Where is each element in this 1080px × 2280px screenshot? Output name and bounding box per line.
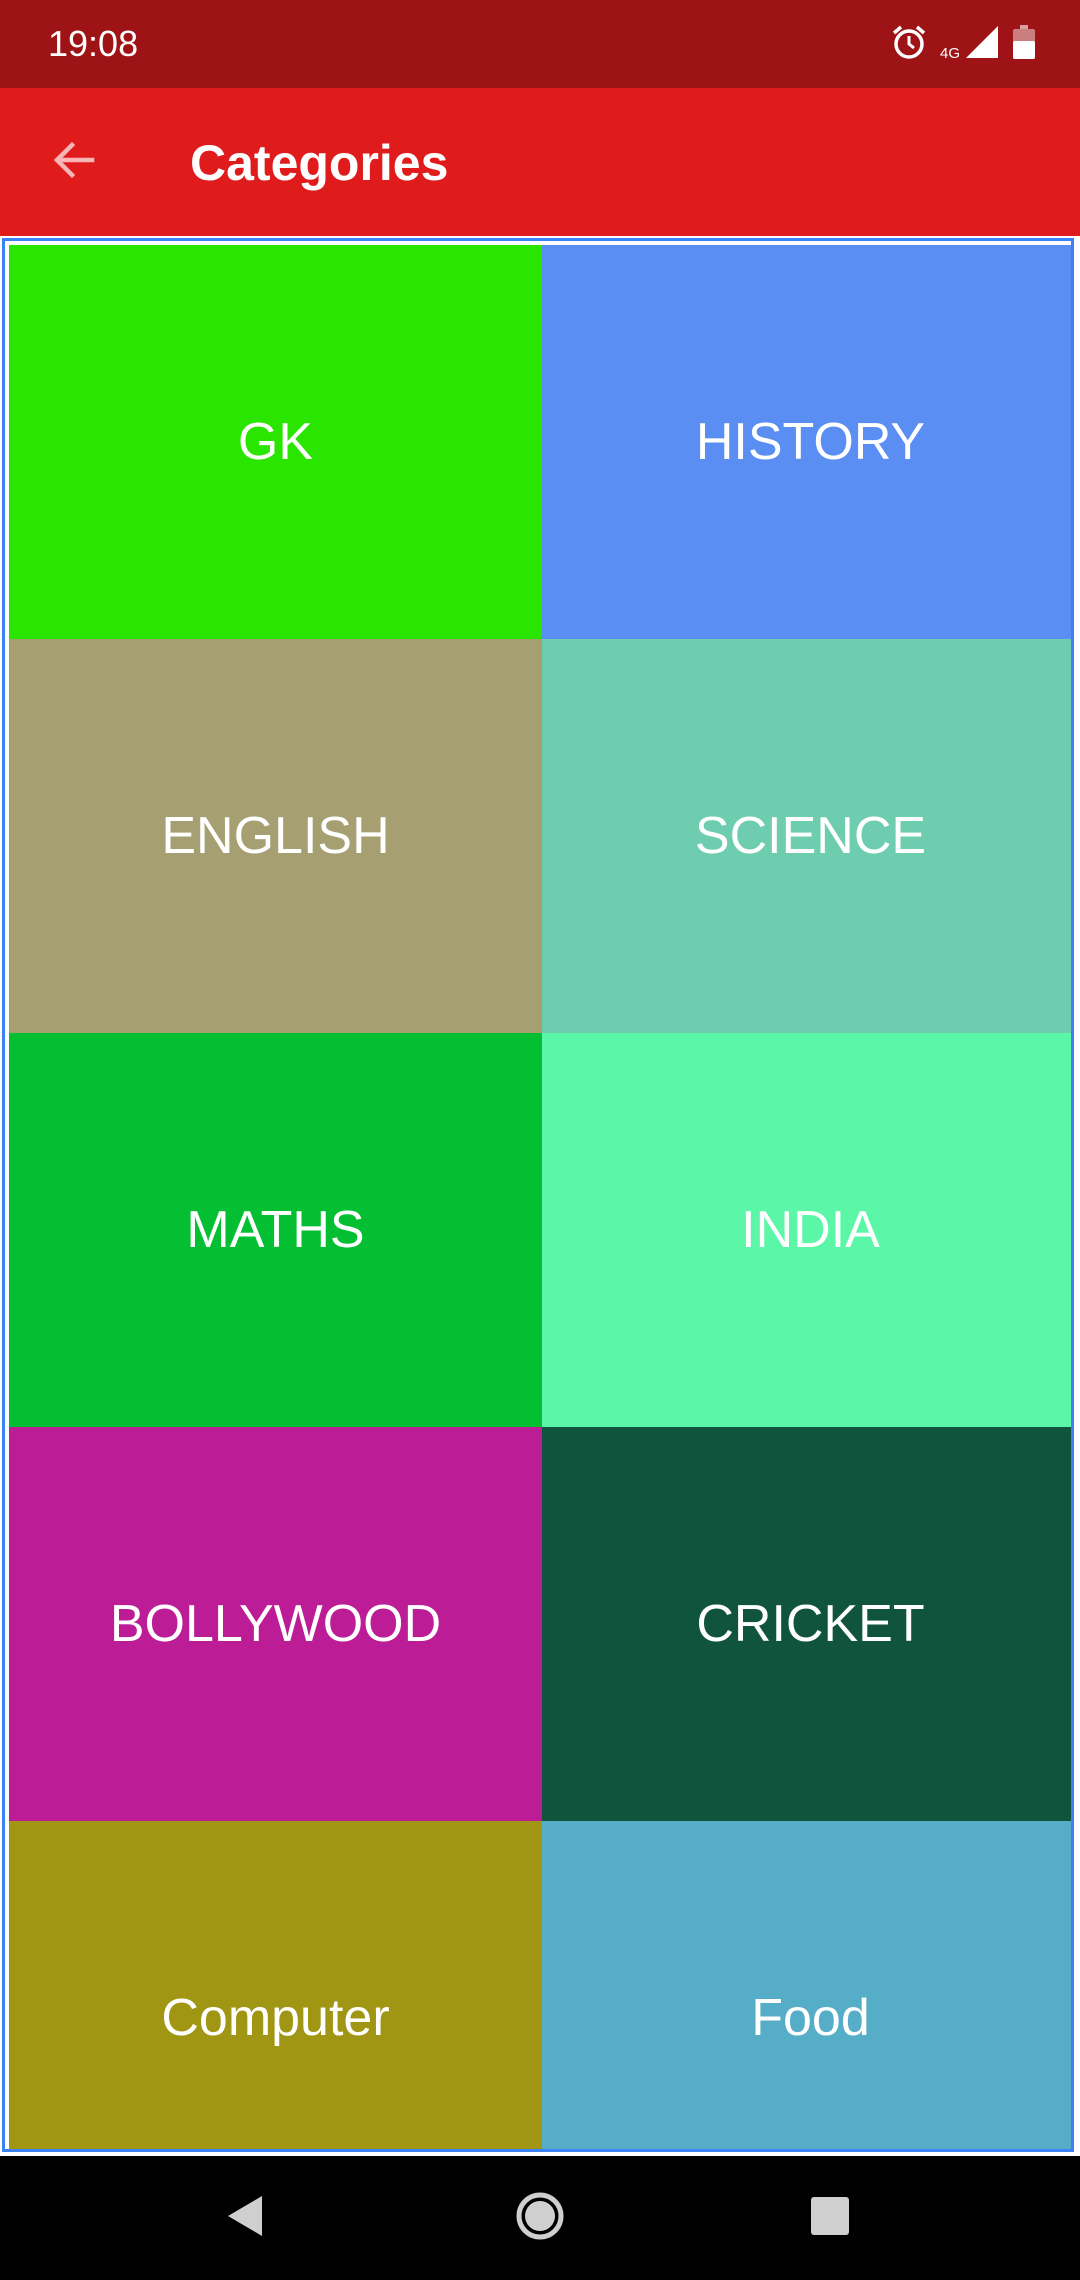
app-bar: Categories: [0, 88, 1080, 236]
nav-recents-button[interactable]: [794, 2182, 866, 2254]
system-nav-bar: [0, 2156, 1080, 2280]
category-label: INDIA: [741, 1201, 880, 1259]
category-tile-india[interactable]: INDIA: [542, 1033, 1071, 1427]
category-label: MATHS: [186, 1201, 365, 1259]
status-icons: 4G: [890, 22, 1036, 66]
category-tile-english[interactable]: ENGLISH: [9, 639, 542, 1033]
nav-back-button[interactable]: [208, 2182, 280, 2254]
back-button[interactable]: [40, 128, 108, 196]
category-label: GK: [237, 413, 314, 471]
category-tile-computer[interactable]: Computer: [9, 1821, 542, 2149]
category-tile-history[interactable]: HISTORY: [542, 245, 1071, 639]
category-tile-food[interactable]: Food: [542, 1821, 1071, 2149]
category-label: SCIENCE: [694, 807, 927, 865]
nav-home-icon: [514, 2190, 566, 2247]
page-title: Categories: [190, 135, 449, 191]
category-tile-maths[interactable]: MATHS: [9, 1033, 542, 1427]
categories-grid-frame: GK HISTORY ENGLISH SCIENCE MATHS INDIA BOLLYWO…: [2, 238, 1074, 2152]
nav-recents-icon: [809, 2195, 851, 2242]
nav-home-button[interactable]: [504, 2182, 576, 2254]
alarm-icon: [890, 23, 928, 66]
category-label: BOLLYWOOD: [109, 1595, 442, 1653]
categories-grid: GK HISTORY ENGLISH SCIENCE MATHS INDIA BOLLYWO…: [9, 245, 1071, 2149]
category-tile-bollywood[interactable]: BOLLYWOOD: [9, 1427, 542, 1821]
category-label: HISTORY: [695, 413, 926, 471]
network-type-label: 4G: [939, 45, 960, 62]
category-tile-cricket[interactable]: CRICKET: [542, 1427, 1071, 1821]
battery-icon: [1012, 24, 1036, 65]
category-label: CRICKET: [696, 1595, 925, 1653]
category-tile-gk[interactable]: GK: [9, 245, 542, 639]
category-label: ENGLISH: [161, 807, 390, 865]
category-tile-science[interactable]: SCIENCE: [542, 639, 1071, 1033]
arrow-back-icon: [50, 136, 98, 189]
category-label: Computer: [161, 1989, 390, 2047]
category-label: Food: [751, 1989, 870, 2047]
status-time: 19:08: [48, 23, 139, 64]
nav-back-icon: [222, 2192, 266, 2245]
status-bar: 19:08 4G: [0, 0, 1080, 88]
signal-icon: [964, 24, 1000, 65]
